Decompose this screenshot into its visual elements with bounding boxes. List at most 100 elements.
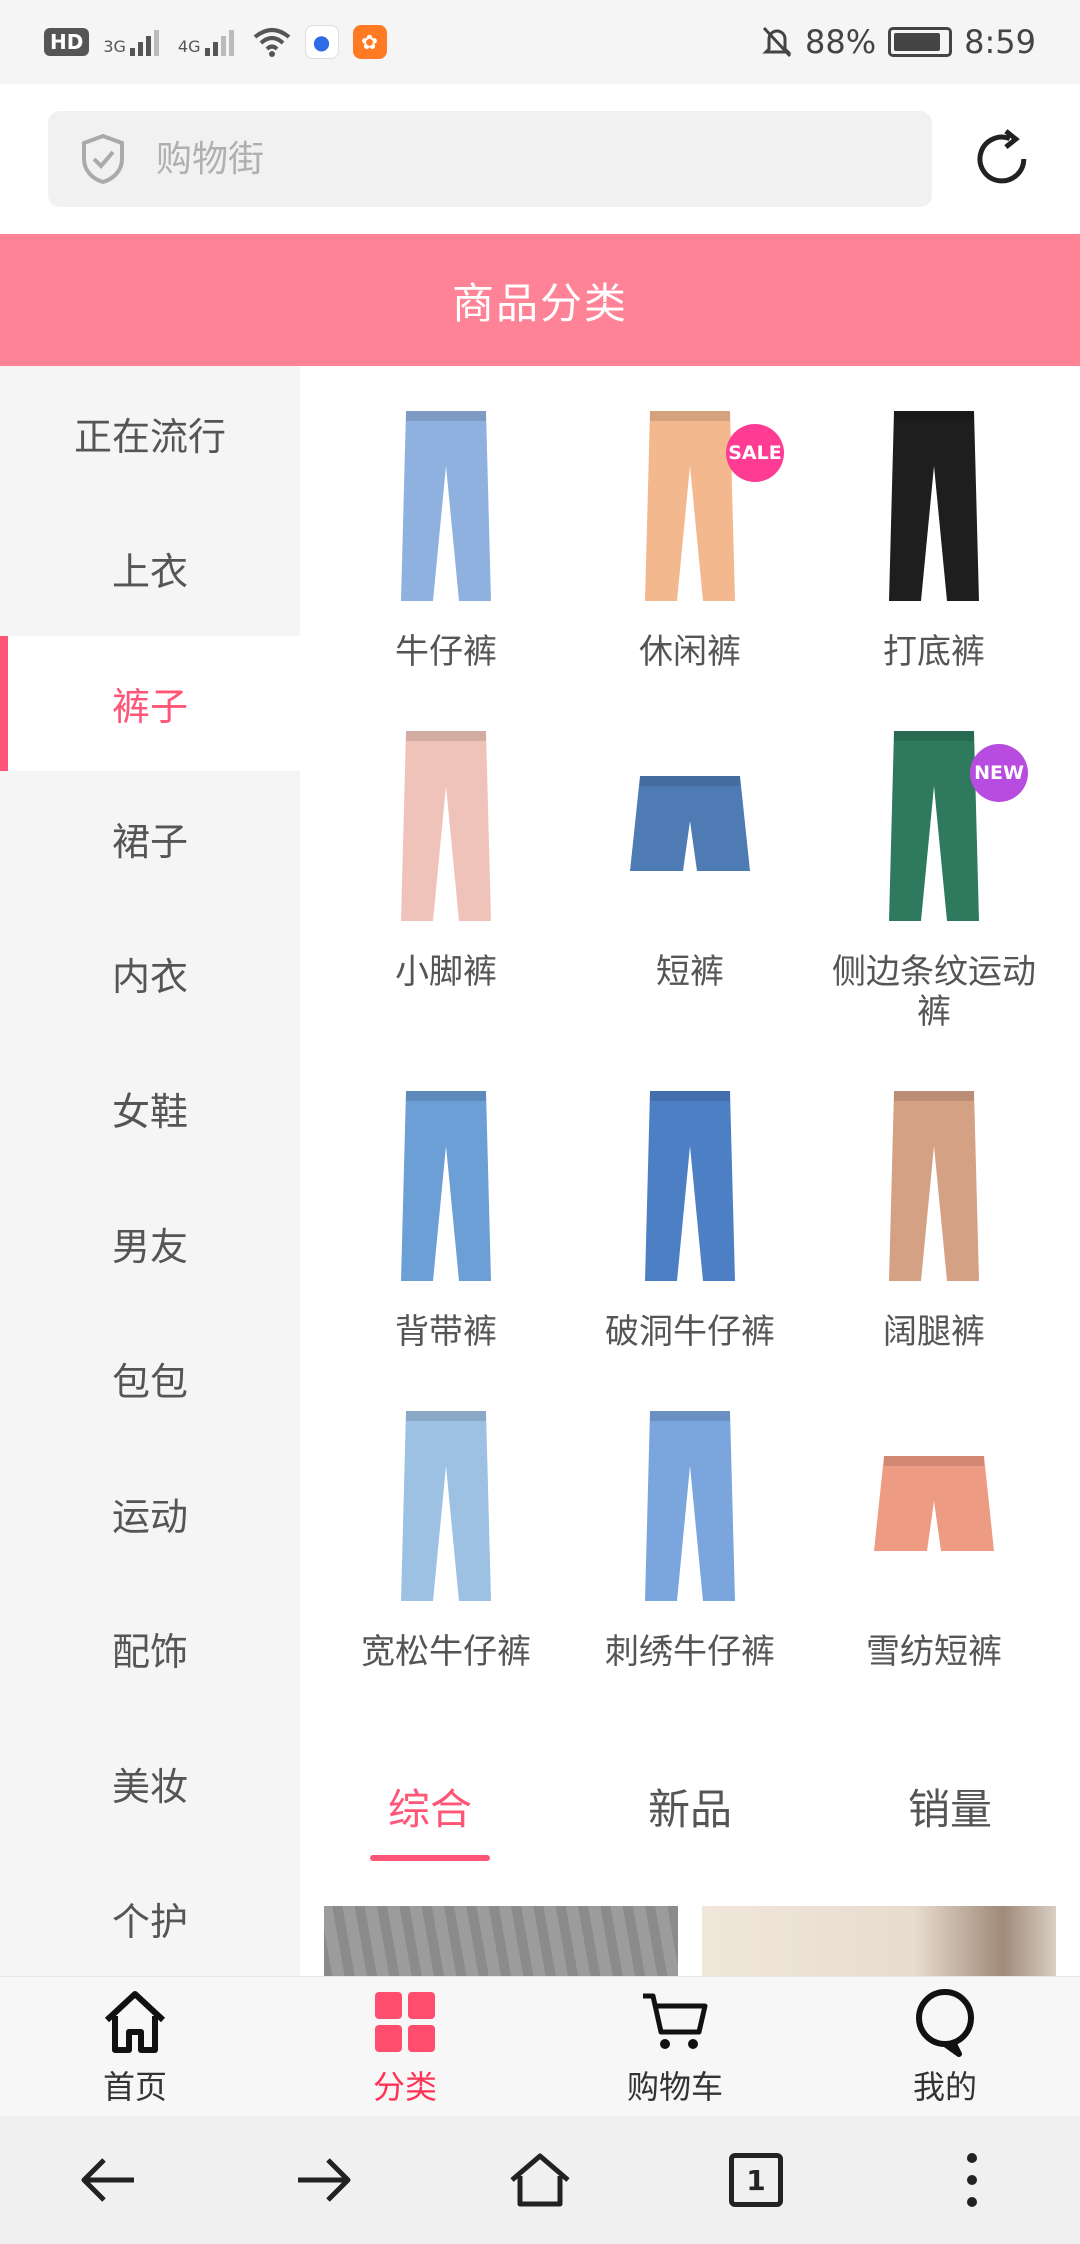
- more-icon: [967, 2153, 977, 2207]
- sidebar-item[interactable]: 运动: [0, 1446, 300, 1581]
- sidebar-item-label: 上衣: [111, 550, 188, 594]
- signal-4g-icon: 4G: [178, 28, 239, 56]
- cart-icon: [643, 1993, 708, 2049]
- mute-icon: [762, 26, 792, 58]
- tab-profile[interactable]: 我的: [845, 1986, 1045, 2108]
- sidebar-item-label: 个护: [111, 1900, 188, 1944]
- subcategory-label: 牛仔裤: [395, 632, 497, 672]
- tab-label: 分类: [372, 2067, 437, 2106]
- subcategory-label: 破洞牛仔裤: [605, 1312, 775, 1352]
- sidebar-item[interactable]: 个护: [0, 1851, 300, 1976]
- subcategory-label: 宽松牛仔裤: [361, 1632, 531, 1672]
- sidebar-item[interactable]: 上衣: [0, 501, 300, 636]
- more-button[interactable]: [932, 2140, 1012, 2220]
- subcategory-label: 侧边条纹运动裤: [832, 952, 1036, 1032]
- subcategory-label: 短裤: [656, 952, 724, 992]
- signal-3g-label: 3G: [103, 37, 126, 56]
- status-right: 88% 8:59: [761, 23, 1036, 61]
- product-preview[interactable]: [702, 1906, 1056, 1976]
- subcategory-item[interactable]: 破洞牛仔裤: [568, 1086, 812, 1406]
- tab-home[interactable]: 首页: [35, 1986, 235, 2108]
- subcategory-item[interactable]: 打底裤: [812, 406, 1056, 726]
- sidebar-item[interactable]: 女鞋: [0, 1041, 300, 1176]
- tab-label: 首页: [102, 2067, 167, 2106]
- shield-icon: [82, 133, 124, 185]
- subcategory-item[interactable]: 短裤: [568, 726, 812, 1086]
- sidebar-item-label: 包包: [111, 1360, 188, 1404]
- sidebar-item-label: 男友: [111, 1225, 188, 1269]
- home-icon: [510, 2153, 570, 2207]
- page-title: 商品分类: [0, 234, 1080, 366]
- sidebar-item[interactable]: 美妆: [0, 1716, 300, 1851]
- sidebar-item-label: 美妆: [111, 1765, 188, 1809]
- sidebar-item[interactable]: 内衣: [0, 906, 300, 1041]
- tabs-button[interactable]: 1: [716, 2140, 796, 2220]
- subcategory-item[interactable]: 小脚裤: [324, 726, 568, 1086]
- sidebar-item[interactable]: 包包: [0, 1311, 300, 1446]
- back-button[interactable]: [68, 2140, 148, 2220]
- wifi-icon: [253, 28, 290, 57]
- sidebar-item-label: 裙子: [111, 820, 188, 864]
- uc-browser-icon: ✿: [352, 25, 387, 59]
- sidebar-item-label: 内衣: [111, 955, 188, 999]
- sidebar-item[interactable]: 裤子: [0, 636, 300, 771]
- subcategory-item[interactable]: NEW 侧边条纹运动裤: [812, 726, 1056, 1086]
- tabs-icon: 1: [729, 2153, 783, 2207]
- sidebar-item-label: 女鞋: [111, 1090, 188, 1134]
- sort-tab[interactable]: 新品: [630, 1766, 750, 1847]
- subcategory-label: 刺绣牛仔裤: [605, 1632, 775, 1672]
- subcategory-item[interactable]: 刺绣牛仔裤: [568, 1406, 812, 1726]
- product-thumbnail: [864, 1406, 1004, 1606]
- subcategory-item[interactable]: 背带裤: [324, 1086, 568, 1406]
- sale-badge: SALE: [726, 424, 784, 482]
- search-row: [0, 84, 1080, 234]
- search-box[interactable]: [48, 111, 933, 207]
- clock: 8:59: [964, 23, 1036, 61]
- refresh-icon[interactable]: [972, 129, 1032, 189]
- sidebar-item[interactable]: 裙子: [0, 771, 300, 906]
- sidebar-item[interactable]: 配饰: [0, 1581, 300, 1716]
- product-thumbnail: [864, 406, 1004, 606]
- search-input[interactable]: [156, 138, 856, 180]
- sort-tab[interactable]: 销量: [890, 1766, 1010, 1847]
- product-thumbnail: [620, 1086, 760, 1286]
- product-preview[interactable]: [324, 1906, 678, 1976]
- subcategory-grid: 牛仔裤 SALE 休闲裤 打底裤小脚裤 短裤 NEW 侧边条纹运动裤背带裤 破洞牛仔裤 阔腿裤宽…: [300, 366, 1080, 1726]
- forward-button[interactable]: [284, 2140, 364, 2220]
- sidebar-item[interactable]: 正在流行: [0, 366, 300, 501]
- product-thumbnail: [620, 1406, 760, 1606]
- sidebar-item-label: 裤子: [111, 685, 188, 729]
- battery-icon: [888, 27, 953, 57]
- sidebar-item[interactable]: 男友: [0, 1176, 300, 1311]
- subcategory-label: 打底裤: [883, 632, 985, 672]
- bottom-tab-bar: 首页 分类 购物车 我的: [0, 1976, 1080, 2116]
- subcategory-item[interactable]: SALE 休闲裤: [568, 406, 812, 726]
- battery-percent: 88%: [805, 23, 877, 61]
- battery-fill: [894, 33, 940, 51]
- tab-count: 1: [746, 2163, 766, 2197]
- category-content: 牛仔裤 SALE 休闲裤 打底裤小脚裤 短裤 NEW 侧边条纹运动裤背带裤 破洞牛仔裤 阔腿裤宽…: [300, 366, 1080, 1976]
- baidu-icon: ●: [304, 25, 339, 59]
- profile-icon: [916, 1988, 974, 2057]
- new-badge: NEW: [970, 744, 1028, 802]
- subcategory-label: 雪纺短裤: [866, 1632, 1002, 1672]
- subcategory-item[interactable]: 宽松牛仔裤: [324, 1406, 568, 1726]
- sort-tab[interactable]: 综合: [369, 1766, 491, 1861]
- forward-arrow-icon: [298, 2158, 351, 2202]
- tab-label: 我的: [912, 2067, 977, 2106]
- tab-category[interactable]: 分类: [305, 1986, 505, 2108]
- browser-home-button[interactable]: [500, 2140, 580, 2220]
- back-arrow-icon: [81, 2158, 134, 2202]
- subcategory-item[interactable]: 雪纺短裤: [812, 1406, 1056, 1726]
- sidebar-item-label: 正在流行: [73, 415, 226, 459]
- signal-4g-label: 4G: [177, 37, 201, 56]
- subcategory-item[interactable]: 阔腿裤: [812, 1086, 1056, 1406]
- status-left: HD 3G 4G ● ✿: [44, 25, 387, 59]
- subcategory-item[interactable]: 牛仔裤: [324, 406, 568, 726]
- sort-tabs: 综合 新品 销量: [300, 1746, 1080, 1866]
- product-thumbnail: [864, 1086, 1004, 1286]
- product-thumbnail: [376, 406, 516, 606]
- tab-cart[interactable]: 购物车: [575, 1986, 775, 2108]
- subcategory-label: 小脚裤: [395, 952, 497, 992]
- home-icon: [104, 1990, 166, 2053]
